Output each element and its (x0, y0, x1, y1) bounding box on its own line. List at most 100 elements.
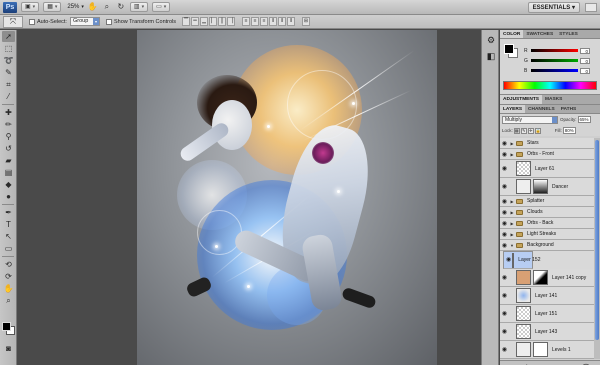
expand-triangle-icon[interactable]: ▶ (509, 152, 515, 157)
eye-icon[interactable]: ◉ (500, 242, 509, 249)
view-extras-button[interactable]: ▦ ▾ (43, 2, 62, 12)
type-tool-icon[interactable]: T (2, 219, 15, 230)
foreground-color-swatch[interactable] (2, 322, 11, 331)
zoom-level[interactable]: 25% ▾ (67, 4, 84, 10)
align-vcenter-icon[interactable]: ═ (191, 17, 200, 26)
align-left-icon[interactable]: ▏ (209, 17, 218, 26)
tab-paths[interactable]: PATHS (558, 105, 580, 113)
lock-all-icon[interactable]: 🔒 (534, 127, 541, 134)
layer-row-selected[interactable]: ◉ Layer 152 (503, 251, 541, 269)
green-gradient[interactable] (531, 59, 578, 62)
distribute-left-icon[interactable]: ⫴ (269, 17, 278, 26)
eye-icon[interactable]: ◉ (500, 140, 509, 147)
scrollbar-thumb[interactable] (595, 140, 599, 340)
show-transform-checkbox[interactable] (105, 18, 112, 25)
blur-tool-icon[interactable]: ◆ (2, 179, 15, 190)
auto-select-checkbox[interactable] (29, 18, 35, 25)
layer-row[interactable]: ◉ ▶ Splatter (500, 196, 594, 207)
bridge-button[interactable]: ▣ ▾ (21, 2, 40, 12)
distribute-hcenter-icon[interactable]: ⫴ (278, 17, 287, 26)
layer-row[interactable]: ◉ ▶ Stars (500, 138, 594, 149)
red-slider[interactable]: R 0 (524, 47, 590, 54)
eye-icon[interactable]: ◉ (500, 292, 509, 299)
eye-icon[interactable]: ◉ (500, 310, 509, 317)
eye-icon[interactable]: ◉ (500, 220, 509, 227)
history-icon[interactable]: ◧ (485, 50, 497, 62)
layers-scrollbar[interactable] (594, 138, 600, 359)
blue-slider[interactable]: B 0 (524, 67, 590, 74)
tab-masks[interactable]: MASKS (542, 95, 565, 104)
layer-row[interactable]: ◉ Layer 61 (500, 160, 594, 178)
workspace-switcher[interactable]: ESSENTIALS ▾ (527, 2, 580, 13)
layer-row[interactable]: ◉ Levels 1 (500, 341, 594, 359)
distribute-vcenter-icon[interactable]: ≡ (251, 17, 260, 26)
layer-row[interactable]: ◉ Layer 143 (500, 323, 594, 341)
blend-mode-dropdown[interactable]: Multiply (502, 115, 558, 124)
document-canvas[interactable] (137, 30, 437, 365)
blue-gradient[interactable] (531, 69, 578, 72)
zoom-tool-icon[interactable]: ⌕ (2, 295, 15, 306)
eye-icon[interactable]: ◉ (500, 165, 509, 172)
distribute-top-icon[interactable]: ≡ (242, 17, 251, 26)
quick-select-tool-icon[interactable]: ✎ (2, 67, 15, 78)
pen-tool-icon[interactable]: ✒ (2, 207, 15, 218)
quick-mask-icon[interactable]: ◙ (2, 343, 15, 354)
eye-icon[interactable]: ◉ (500, 274, 509, 281)
brush-tool-icon[interactable]: ✏ (2, 119, 15, 130)
distribute-right-icon[interactable]: ⫴ (287, 17, 296, 26)
layer-row[interactable]: ◉ ▶ Light Streaks (500, 229, 594, 240)
layer-row[interactable]: ◉ ▼ Background (500, 240, 594, 251)
tab-layers[interactable]: LAYERS (500, 105, 526, 113)
hand-tool-icon[interactable]: ✋ (88, 2, 98, 12)
zoom-tool-icon[interactable]: ⌕ (102, 2, 112, 12)
move-tool-icon[interactable]: ➚ (2, 31, 15, 42)
align-top-icon[interactable]: ▔ (182, 17, 191, 26)
eye-icon[interactable]: ◉ (500, 183, 509, 190)
3d-rotate-tool-icon[interactable]: ⟲ (2, 259, 15, 270)
search-box[interactable] (585, 3, 597, 12)
panel-foreground-swatch[interactable] (504, 44, 514, 54)
lasso-tool-icon[interactable]: ➰ (2, 55, 15, 66)
clone-stamp-tool-icon[interactable]: ⚲ (2, 131, 15, 142)
expand-triangle-icon[interactable]: ▶ (509, 232, 515, 237)
marquee-tool-icon[interactable]: ⬚ (2, 43, 15, 54)
screen-mode-button[interactable]: ▭ ▾ (152, 2, 171, 12)
eye-icon[interactable]: ◉ (500, 346, 509, 353)
layer-row[interactable]: ◉ ▶ Orbs - Front (500, 149, 594, 160)
layer-row[interactable]: ◉ Layer 141 copy (500, 269, 594, 287)
tab-color[interactable]: COLOR (500, 30, 524, 38)
lock-pixels-icon[interactable]: ✎ (520, 127, 527, 134)
lock-position-icon[interactable]: ✛ (527, 127, 534, 134)
history-brush-tool-icon[interactable]: ↺ (2, 143, 15, 154)
eye-icon[interactable]: ◉ (500, 328, 509, 335)
rotate-view-icon[interactable]: ↻ (116, 2, 126, 12)
tab-styles[interactable]: STYLES (556, 30, 581, 38)
tool-presets-icon[interactable]: ⚙ (485, 34, 497, 46)
expand-triangle-icon[interactable]: ▶ (509, 199, 515, 204)
expand-triangle-icon[interactable]: ▶ (509, 221, 515, 226)
layer-row[interactable]: ◉ Layer 151 (500, 305, 594, 323)
red-gradient[interactable] (531, 49, 578, 52)
align-hcenter-icon[interactable]: ║ (218, 17, 227, 26)
collapse-triangle-icon[interactable]: ▼ (509, 243, 515, 248)
hand-tool-icon[interactable]: ✋ (2, 283, 15, 294)
tab-channels[interactable]: CHANNELS (525, 105, 558, 113)
fill-field[interactable]: 80% (562, 127, 576, 134)
eraser-tool-icon[interactable]: ▰ (2, 155, 15, 166)
3d-orbit-tool-icon[interactable]: ⟳ (2, 271, 15, 282)
expand-triangle-icon[interactable]: ▶ (509, 210, 515, 215)
arrange-documents-button[interactable]: ▥ ▾ (129, 2, 149, 12)
eye-icon[interactable]: ◉ (500, 151, 509, 158)
eyedropper-tool-icon[interactable]: ⁄ (2, 91, 15, 102)
layer-row[interactable]: ◉ Layer 141 (500, 287, 594, 305)
tab-adjustments[interactable]: ADJUSTMENTS (500, 95, 542, 104)
shape-tool-icon[interactable]: ▭ (2, 243, 15, 254)
tab-swatches[interactable]: SWATCHES (523, 30, 556, 38)
expand-triangle-icon[interactable]: ▶ (509, 141, 515, 146)
layer-row[interactable]: ◉ Dancer (500, 178, 594, 196)
align-bottom-icon[interactable]: ▁ (200, 17, 209, 26)
crop-tool-icon[interactable]: ⌗ (2, 79, 15, 90)
move-tool-preset-icon[interactable]: ⤧ (3, 15, 23, 28)
healing-brush-tool-icon[interactable]: ✚ (2, 107, 15, 118)
lock-transparency-icon[interactable]: ▦ (513, 127, 520, 134)
